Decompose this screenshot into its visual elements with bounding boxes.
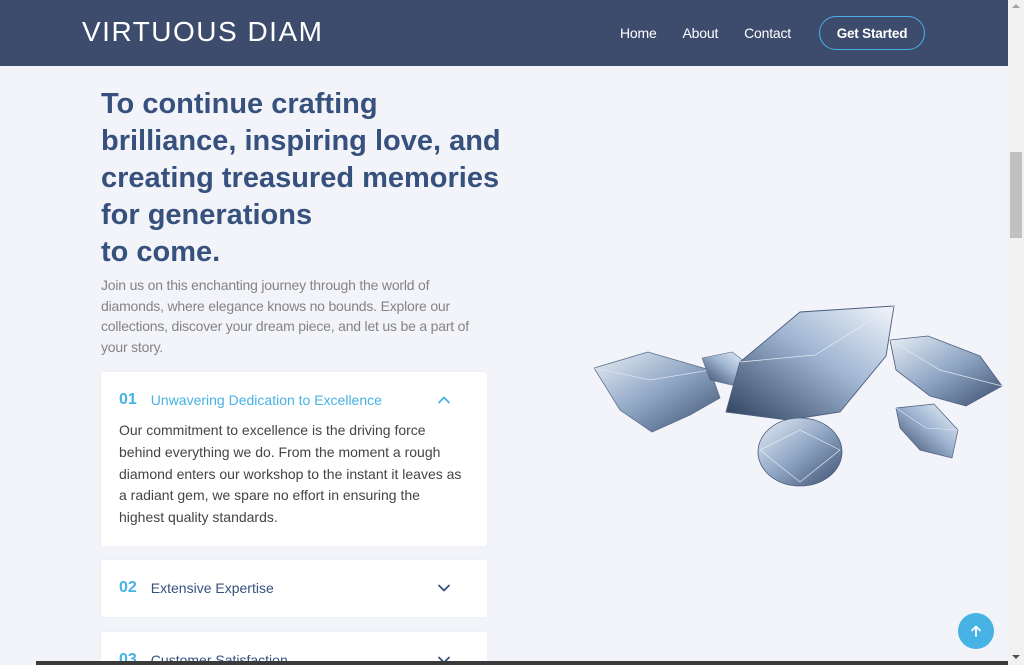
back-to-top-button[interactable] — [958, 613, 994, 649]
site-logo[interactable]: VIRTUOUS DIAM — [82, 16, 323, 48]
page-scrollbar[interactable] — [1008, 0, 1024, 665]
scroll-down-arrow-icon[interactable] — [1012, 655, 1020, 659]
chevron-down-icon[interactable] — [437, 581, 451, 595]
diamonds-image — [593, 305, 1003, 487]
get-started-button[interactable]: Get Started — [819, 16, 925, 50]
nav-home-link[interactable]: Home — [620, 25, 657, 41]
hero-intro: Join us on this enchanting journey throu… — [101, 277, 469, 355]
accordion-title: Extensive Expertise — [150, 580, 274, 596]
headline-post: to come. — [101, 236, 221, 268]
headline-bold: brilliance, inspiring love, and creating… — [101, 125, 501, 231]
headline-pre: To continue crafting — [101, 88, 378, 120]
nav-about-link[interactable]: About — [683, 25, 719, 41]
main-nav: Home About Contact — [620, 0, 817, 66]
horizontal-scrollbar[interactable] — [36, 661, 1008, 665]
arrow-up-icon — [971, 625, 981, 637]
nav-contact-link[interactable]: Contact — [744, 25, 791, 41]
scroll-up-arrow-icon[interactable] — [1012, 4, 1020, 8]
accordion-item-2: 02 Extensive Expertise — [101, 560, 487, 617]
accordion-number: 02 — [119, 579, 137, 596]
chevron-up-icon[interactable] — [437, 393, 451, 407]
accordion-body-1: Our commitment to excellence is the driv… — [119, 422, 462, 526]
site-header: VIRTUOUS DIAM Home About Contact Get Sta… — [0, 0, 1008, 66]
scrollbar-thumb[interactable] — [1010, 152, 1022, 238]
hero-headline: To continue crafting brilliance, inspirin… — [101, 86, 501, 271]
accordion-item-1: 01 Unwavering Dedication to Excellence O… — [101, 372, 487, 546]
accordion-number: 01 — [119, 391, 137, 408]
accordion-title: Unwavering Dedication to Excellence — [150, 392, 382, 408]
accordion-header-2[interactable]: 02 Extensive Expertise — [119, 560, 469, 616]
